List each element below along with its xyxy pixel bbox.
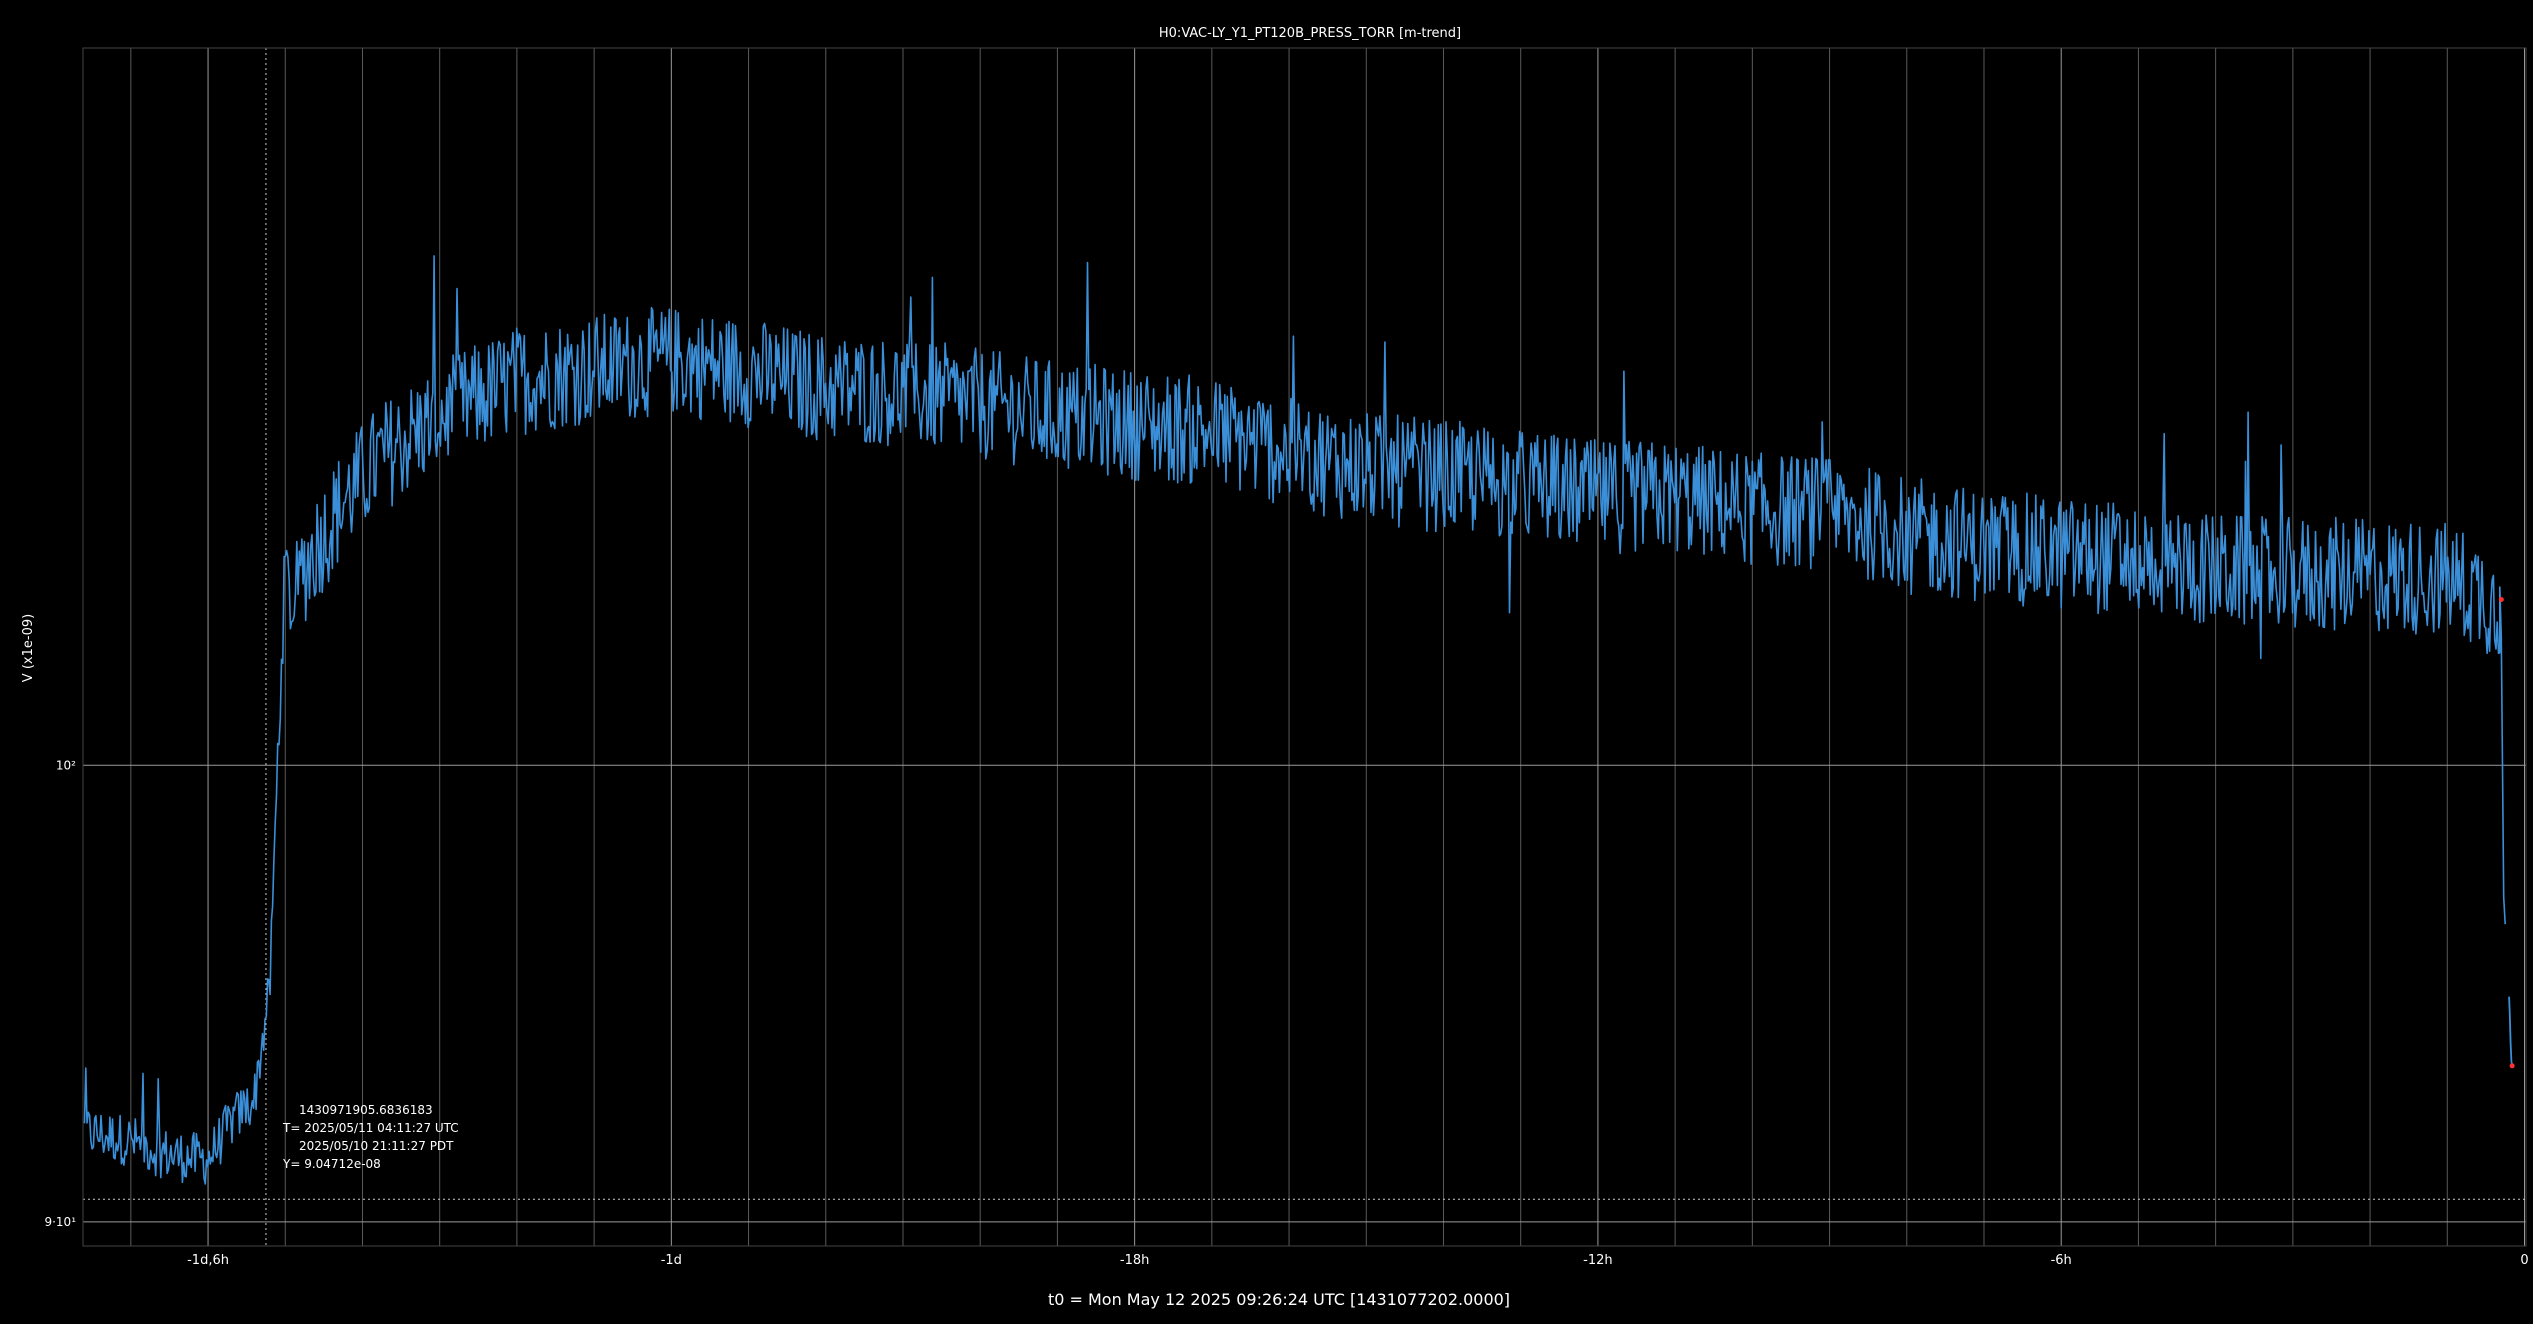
chart-title: H0:VAC-LY_Y1_PT120B_PRESS_TORR [m-trend] (1159, 26, 1461, 41)
cursor-readout-utc: T= 2025/05/11 04:11:27 UTC (282, 1121, 459, 1135)
x-axis-label: t0 = Mon May 12 2025 09:26:24 UTC [14310… (1048, 1290, 1510, 1309)
x-tick-label: -18h (1120, 1253, 1149, 1268)
endpoint-marker (2498, 596, 2504, 602)
endpoint-marker (2509, 1063, 2515, 1069)
cursor-readout-value: Y= 9.04712e-08 (282, 1157, 381, 1171)
cursor-readout-gps: 1430971905.6836183 (299, 1103, 433, 1117)
y-axis-label: V (x1e-09) (21, 614, 36, 682)
y-tick-label: 9·10¹ (44, 1215, 76, 1229)
y-tick-label: 10² (56, 758, 76, 772)
x-tick-label: -12h (1583, 1253, 1612, 1268)
x-tick-label: -6h (2051, 1253, 2072, 1268)
cursor-readout-pdt: 2025/05/10 21:11:27 PDT (299, 1139, 454, 1153)
trend-chart: -1d,6h -1d -18h -12h -6h 0 9·10¹ 10² H0:VAC-LY… (0, 0, 2533, 1324)
x-tick-label: 0 (2520, 1253, 2528, 1268)
x-tick-label: -1d (661, 1253, 682, 1268)
x-tick-label: -1d,6h (187, 1253, 229, 1268)
